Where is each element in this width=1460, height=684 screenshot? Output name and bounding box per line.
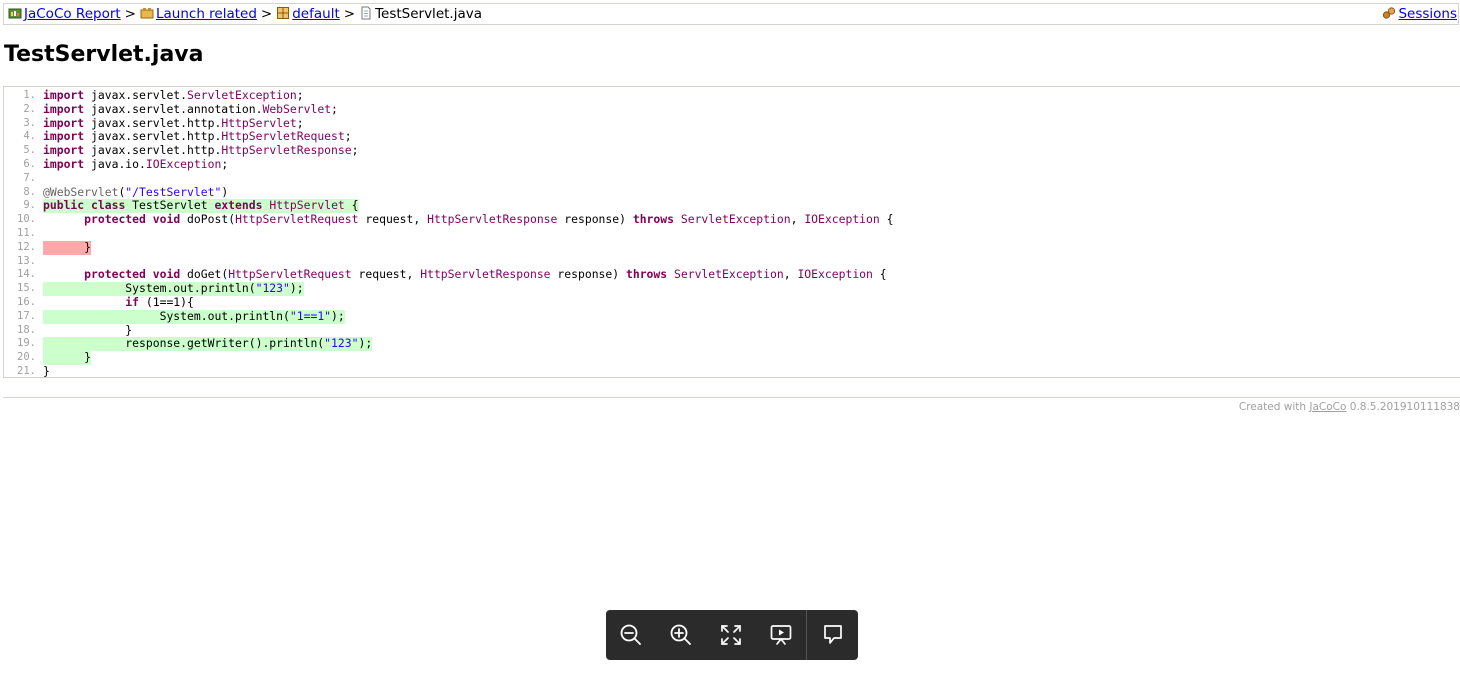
source-line: 17. System.out.println("1==1"); [4, 308, 1460, 324]
source-line: 18. } [4, 322, 1460, 338]
zoom-out-icon[interactable] [618, 622, 644, 648]
source-line: 13. [4, 255, 1460, 269]
source-line: 19. response.getWriter().println("123"); [4, 336, 1460, 352]
line-code: public class TestServlet extends HttpSer… [43, 198, 359, 214]
line-code: import javax.servlet.annotation.WebServl… [43, 101, 338, 116]
line-number: 2. [23, 102, 36, 115]
line-code: protected void doPost(HttpServletRequest… [84, 212, 894, 227]
breadcrumb: JaCoCo Report > Launch related > default… [3, 3, 1459, 25]
breadcrumb-separator: > [124, 6, 136, 22]
viewer-toolbar [606, 610, 858, 660]
footer-version: 0.8.5.201910111838 [1349, 401, 1460, 413]
source-line: 2. import javax.servlet.annotation.WebSer… [4, 101, 1460, 117]
line-number: 11. [17, 227, 36, 239]
line-number: 18. [17, 323, 36, 336]
line-number: 14. [17, 268, 36, 281]
sessions-link-container[interactable]: Sessions [1382, 4, 1457, 24]
breadcrumb-link-report[interactable]: JaCoCo Report [24, 6, 121, 22]
line-number: 19. [17, 337, 36, 350]
source-line: 15. System.out.println("123"); [4, 281, 1460, 296]
line-code: @WebServlet("/TestServlet") [43, 184, 229, 199]
line-code: protected void doGet(HttpServletRequest … [84, 267, 887, 282]
comment-icon[interactable] [820, 622, 846, 648]
source-line: 6. import java.io.IOException; [4, 157, 1460, 172]
line-code: import javax.servlet.http.HttpServlet; [43, 115, 304, 130]
line-code: import java.io.IOException; [43, 157, 229, 171]
line-code: if (1==1){ [125, 295, 194, 309]
zoom-in-icon[interactable] [668, 622, 694, 648]
footer-prefix: Created with [1238, 401, 1307, 413]
report-icon [8, 8, 22, 19]
sessions-link[interactable]: Sessions [1398, 6, 1457, 22]
line-code: } [43, 350, 92, 365]
line-number: 12. [17, 240, 36, 253]
slideshow-icon[interactable] [768, 622, 794, 648]
breadcrumb-item-launch-related[interactable]: Launch related [140, 4, 257, 24]
breadcrumb-item-current-file: TestServlet.java [359, 4, 482, 24]
source-line: 5. import javax.servlet.http.HttpServletR… [4, 143, 1460, 158]
line-code: System.out.println("123"); [43, 281, 304, 296]
line-number: 8. [23, 185, 36, 198]
line-number: 6. [23, 158, 36, 170]
page-title: TestServlet.java [4, 42, 204, 67]
source-line: 11. [4, 227, 1460, 241]
breadcrumb-link-launch-related[interactable]: Launch related [156, 6, 257, 22]
line-number: 20. [17, 351, 36, 364]
line-number: 9. [23, 199, 36, 212]
breadcrumb-link-default[interactable]: default [292, 6, 340, 22]
line-number: 13. [17, 254, 36, 267]
line-number: 15. [17, 282, 36, 295]
breadcrumb-item-default[interactable]: default [276, 4, 340, 24]
source-listing: 1. import javax.servlet.ServletException;… [3, 86, 1460, 378]
footer: Created with JaCoCo 0.8.5.201910111838 [1239, 401, 1460, 413]
fit-screen-icon[interactable] [718, 622, 744, 648]
footer-jacoco-link[interactable]: JaCoCo [1309, 401, 1346, 413]
line-code: import javax.servlet.ServletException; [43, 88, 304, 102]
source-line: 9. public class TestServlet extends HttpS… [4, 198, 1460, 214]
source-file-icon [361, 6, 371, 20]
package-icon [277, 7, 290, 19]
breadcrumb-item-report[interactable]: JaCoCo Report [8, 4, 121, 24]
line-code: response.getWriter().println("123"); [43, 336, 373, 352]
line-number: 17. [17, 309, 36, 322]
line-number: 1. [23, 89, 36, 101]
line-code: } [43, 239, 92, 255]
breadcrumb-separator: > [260, 6, 273, 22]
source-line: 20. } [4, 350, 1460, 365]
source-line: 14. protected void doGet(HttpServletRequ… [4, 267, 1460, 282]
source-line: 16. if (1==1){ [4, 295, 1460, 310]
line-code: System.out.println("1==1"); [43, 308, 345, 324]
toolbar-divider [806, 610, 807, 660]
line-number: 10. [17, 213, 36, 226]
line-number: 7. [23, 171, 36, 184]
breadcrumb-current-label: TestServlet.java [375, 6, 482, 22]
line-number: 16. [17, 296, 36, 308]
line-code: } [43, 322, 133, 337]
source-line: 12. } [4, 239, 1460, 255]
source-line: 7. [4, 172, 1460, 186]
source-line: 10. protected void doPost(HttpServletReq… [4, 212, 1460, 227]
breadcrumb-trail: JaCoCo Report > Launch related > default… [8, 4, 482, 24]
source-line: 1. import javax.servlet.ServletException; [4, 88, 1460, 103]
source-line: 8. @WebServlet("/TestServlet") [4, 184, 1460, 200]
line-number: 3. [23, 116, 36, 129]
source-line: 21.} [4, 364, 1460, 378]
source-line: 4. import javax.servlet.http.HttpServletR… [4, 129, 1460, 144]
session-icon [1383, 7, 1396, 19]
line-code: import javax.servlet.http.HttpServletReq… [43, 129, 352, 144]
line-code: } [43, 364, 50, 378]
group-icon [140, 8, 154, 19]
line-number: 5. [23, 144, 36, 157]
line-number: 4. [23, 130, 36, 143]
line-number: 21. [17, 365, 36, 377]
line-code: import javax.servlet.http.HttpServletRes… [43, 143, 359, 158]
source-line: 3. import javax.servlet.http.HttpServlet; [4, 115, 1460, 131]
footer-divider [3, 397, 1460, 398]
breadcrumb-separator: > [343, 6, 356, 22]
